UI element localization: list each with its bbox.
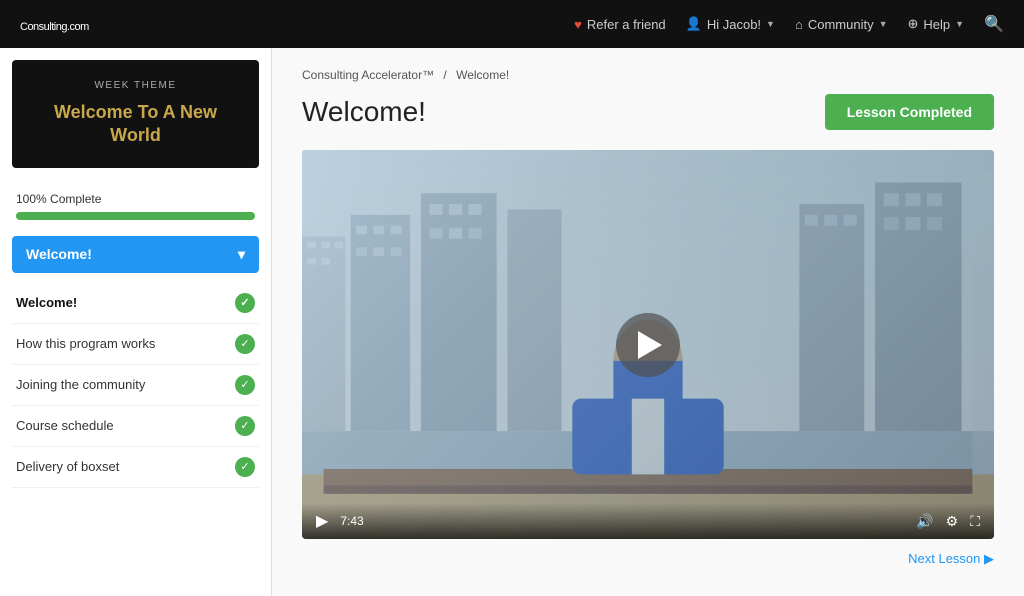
progress-bar-background (16, 212, 255, 220)
fullscreen-icon[interactable]: ⛶ (970, 513, 980, 530)
list-item[interactable]: Course schedule ✓ (12, 406, 259, 447)
breadcrumb-separator: / (443, 68, 450, 82)
refer-friend-nav[interactable]: ♥ Refer a friend (574, 17, 665, 32)
list-item[interactable]: Delivery of boxset ✓ (12, 447, 259, 488)
list-item[interactable]: How this program works ✓ (12, 324, 259, 365)
chevron-down-icon: ▼ (955, 19, 964, 29)
page-title: Welcome! (302, 96, 426, 128)
progress-area: 100% Complete (0, 180, 271, 226)
module-dropdown-label: Welcome! (26, 246, 92, 262)
list-item[interactable]: Welcome! ✓ (12, 283, 259, 324)
progress-bar-fill (16, 212, 255, 220)
completed-check-icon: ✓ (235, 293, 255, 313)
lesson-list: Welcome! ✓ How this program works ✓ Join… (0, 283, 271, 488)
search-button[interactable]: 🔍 (984, 14, 1004, 34)
lesson-label: How this program works (16, 336, 155, 351)
help-icon: ⊕ (908, 16, 919, 32)
week-theme-label: WEEK THEME (28, 80, 243, 91)
heart-icon: ♥ (574, 17, 582, 32)
lesson-completed-button[interactable]: Lesson Completed (825, 94, 994, 130)
breadcrumb: Consulting Accelerator™ / Welcome! (302, 68, 994, 82)
chevron-down-icon: ▼ (766, 19, 775, 29)
list-item[interactable]: Joining the community ✓ (12, 365, 259, 406)
video-timestamp: 7:43 (340, 514, 363, 528)
help-menu[interactable]: ⊕ Help ▼ (908, 16, 965, 32)
week-theme-card: WEEK THEME Welcome To A New World (12, 60, 259, 168)
completed-check-icon: ✓ (235, 457, 255, 477)
lesson-label: Welcome! (16, 295, 77, 310)
play-pause-button[interactable]: ▶ (316, 511, 328, 531)
user-icon: 👤 (686, 16, 702, 32)
lesson-label: Course schedule (16, 418, 114, 433)
week-theme-title: Welcome To A New World (28, 101, 243, 148)
video-player[interactable]: ▶ 7:43 🔊 ⚙ ⛶ (302, 150, 994, 539)
settings-icon[interactable]: ⚙ (946, 513, 959, 530)
breadcrumb-root: Consulting Accelerator™ (302, 68, 434, 82)
completed-check-icon: ✓ (235, 375, 255, 395)
completed-check-icon: ✓ (235, 416, 255, 436)
play-button[interactable] (616, 313, 680, 377)
play-icon (638, 331, 662, 359)
breadcrumb-current: Welcome! (456, 68, 509, 82)
lesson-label: Delivery of boxset (16, 459, 119, 474)
volume-icon[interactable]: 🔊 (916, 513, 933, 530)
next-lesson-link[interactable]: Next Lesson ▶ (302, 551, 994, 567)
page-header: Welcome! Lesson Completed (302, 94, 994, 130)
main-layout: WEEK THEME Welcome To A New World 100% C… (0, 48, 1024, 596)
logo: Consulting.com (20, 14, 89, 35)
chevron-down-icon: ▼ (879, 19, 888, 29)
completed-check-icon: ✓ (235, 334, 255, 354)
community-menu[interactable]: ⌂ Community ▼ (795, 17, 888, 32)
progress-label: 100% Complete (16, 192, 255, 206)
user-menu[interactable]: 👤 Hi Jacob! ▼ (686, 16, 775, 32)
lesson-label: Joining the community (16, 377, 145, 392)
home-icon: ⌂ (795, 17, 803, 32)
module-dropdown[interactable]: Welcome! ▾ (12, 236, 259, 273)
main-content: Consulting Accelerator™ / Welcome! Welco… (272, 48, 1024, 596)
sidebar: WEEK THEME Welcome To A New World 100% C… (0, 48, 272, 596)
video-controls: ▶ 7:43 🔊 ⚙ ⛶ (302, 503, 994, 539)
video-background (302, 150, 994, 539)
navbar: Consulting.com ♥ Refer a friend 👤 Hi Jac… (0, 0, 1024, 48)
chevron-down-icon: ▾ (238, 246, 245, 263)
